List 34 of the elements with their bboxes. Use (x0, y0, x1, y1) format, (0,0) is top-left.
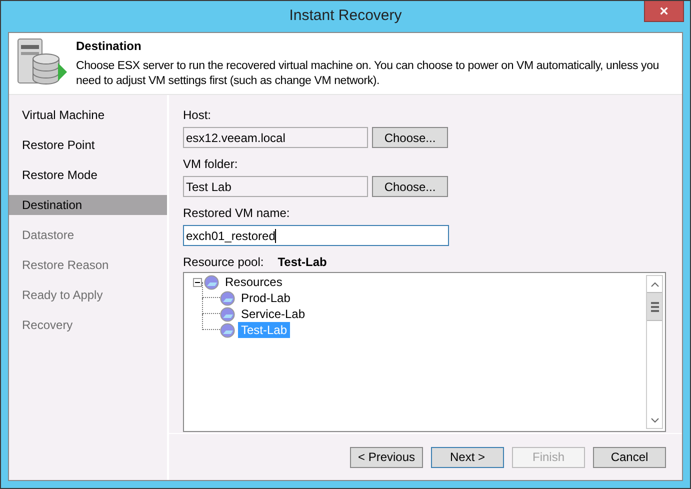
field-label: Resource pool: (183, 254, 264, 271)
resource-pool-icon (220, 322, 235, 338)
field-label: VM folder: (183, 156, 239, 173)
collapse-toggle[interactable] (193, 278, 202, 286)
wizard-step[interactable]: Restore Mode (9, 165, 167, 185)
wizard-step[interactable]: Restore Point (9, 135, 167, 155)
host-field[interactable]: esx12.veeam.local (183, 127, 368, 148)
scroll-up-icon[interactable] (650, 282, 658, 286)
tree-item[interactable]: Resources (222, 274, 286, 290)
server-database-icon (16, 37, 68, 87)
page-description: Choose ESX server to run the recovered virtual machine on. You can choose to power on VM automatically, unless you need to adjust VM settings first (such as change VM network). (76, 59, 660, 89)
folder-field[interactable]: Test Lab (183, 176, 368, 197)
wizard-button[interactable]: < Previous (350, 446, 423, 468)
resource-pool-value: Test-Lab (278, 254, 327, 271)
scrollbar[interactable] (646, 275, 663, 429)
choose-button[interactable]: Choose... (372, 127, 448, 148)
page-title: Destination (76, 38, 142, 55)
tree-item[interactable]: Prod-Lab (238, 290, 294, 306)
field-label: Restored VM name: (183, 205, 291, 222)
scroll-down-icon[interactable] (650, 418, 658, 422)
tree-item[interactable]: Service-Lab (238, 306, 308, 322)
close-button[interactable]: × (644, 1, 684, 22)
wizard-button[interactable]: Next > (431, 446, 504, 468)
wizard-button[interactable]: Cancel (593, 446, 666, 468)
resource-pool-icon (204, 274, 219, 290)
scroll-thumb[interactable] (647, 292, 662, 321)
choose-button[interactable]: Choose... (372, 176, 448, 197)
wizard-step[interactable]: Virtual Machine (9, 105, 167, 125)
resource-pool-icon (220, 290, 235, 306)
vm-name-field[interactable]: exch01_restored (183, 225, 449, 246)
wizard-step[interactable]: Destination (9, 195, 167, 215)
resource-pool-icon (220, 306, 235, 322)
window-title: Instant Recovery (289, 6, 402, 26)
field-label: Host: (183, 107, 212, 124)
